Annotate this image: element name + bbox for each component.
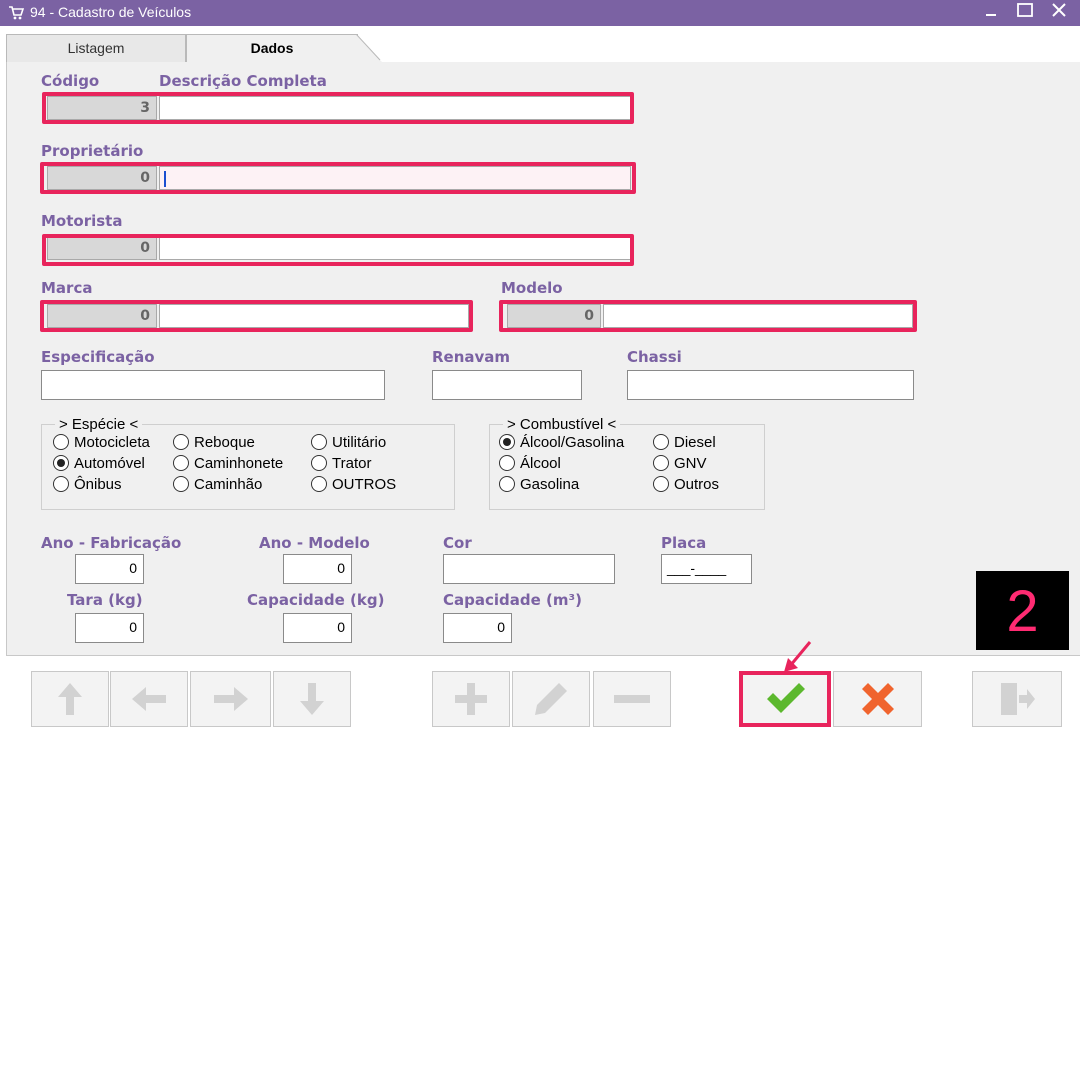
radio-automovel[interactable]: Automóvel bbox=[53, 454, 145, 474]
delete-record-button[interactable] bbox=[593, 671, 671, 727]
radio-gnv[interactable]: GNV bbox=[653, 454, 707, 474]
radio-onibus[interactable]: Ônibus bbox=[53, 475, 122, 495]
step-number-badge: 2 bbox=[976, 571, 1069, 650]
radio-outros-combustivel[interactable]: Outros bbox=[653, 475, 719, 495]
codigo-label: Código bbox=[41, 72, 100, 90]
pointer-arrow-icon bbox=[784, 641, 812, 672]
confirm-button[interactable] bbox=[739, 671, 831, 727]
chassi-label: Chassi bbox=[627, 348, 682, 366]
radio-button-icon bbox=[173, 476, 189, 492]
radio-button-icon bbox=[53, 434, 69, 450]
modelo-label: Modelo bbox=[501, 279, 563, 297]
ano-fabricacao-field[interactable]: 0 bbox=[75, 554, 144, 584]
capacidade-m3-field[interactable]: 0 bbox=[443, 613, 512, 643]
highlight-motorista-row bbox=[42, 234, 634, 266]
renavam-label: Renavam bbox=[432, 348, 511, 366]
chassi-field[interactable] bbox=[627, 370, 914, 400]
renavam-field[interactable] bbox=[432, 370, 582, 400]
previous-record-button[interactable] bbox=[110, 671, 188, 727]
radio-outros-especie[interactable]: OUTROS bbox=[311, 475, 396, 495]
radio-button-icon bbox=[653, 434, 669, 450]
cart-icon bbox=[9, 6, 24, 20]
cor-field[interactable] bbox=[443, 554, 615, 584]
radio-utilitario[interactable]: Utilitário bbox=[311, 433, 386, 453]
cor-label: Cor bbox=[443, 534, 472, 552]
radio-button-selected-icon bbox=[53, 455, 69, 471]
radio-button-icon bbox=[311, 455, 327, 471]
capacidade-kg-field[interactable]: 0 bbox=[283, 613, 352, 643]
highlight-proprietario-row bbox=[40, 162, 636, 194]
check-icon bbox=[767, 683, 805, 713]
close-icon bbox=[861, 683, 894, 715]
close-window-button[interactable] bbox=[1046, 2, 1072, 24]
motorista-label: Motorista bbox=[41, 212, 123, 230]
radio-diesel[interactable]: Diesel bbox=[653, 433, 716, 453]
highlight-codigo-row bbox=[42, 92, 634, 124]
combustivel-group-title: > Combustível < bbox=[503, 416, 621, 433]
arrow-left-icon bbox=[132, 687, 166, 711]
radio-alcool-gasolina[interactable]: Álcool/Gasolina bbox=[499, 433, 624, 453]
tab-dados[interactable]: Dados bbox=[186, 34, 358, 62]
maximize-icon bbox=[1017, 3, 1033, 17]
cancel-button[interactable] bbox=[833, 671, 922, 727]
radio-button-icon bbox=[53, 476, 69, 492]
tara-field[interactable]: 0 bbox=[75, 613, 144, 643]
radio-motocicleta[interactable]: Motocicleta bbox=[53, 433, 150, 453]
arrow-up-icon bbox=[58, 683, 82, 715]
proprietario-label: Proprietário bbox=[41, 142, 144, 160]
form-panel: Código Descrição Completa 3 Proprietário… bbox=[6, 62, 1080, 656]
radio-trator[interactable]: Trator bbox=[311, 454, 371, 474]
arrow-right-icon bbox=[213, 687, 248, 711]
minus-icon bbox=[614, 695, 650, 703]
radio-button-icon bbox=[499, 455, 515, 471]
tara-label: Tara (kg) bbox=[67, 591, 143, 609]
radio-button-icon bbox=[311, 434, 327, 450]
next-record-button[interactable] bbox=[190, 671, 271, 727]
radio-reboque[interactable]: Reboque bbox=[173, 433, 255, 453]
radio-caminhonete[interactable]: Caminhonete bbox=[173, 454, 283, 474]
add-record-button[interactable] bbox=[432, 671, 510, 727]
especie-group-title: > Espécie < bbox=[55, 416, 143, 433]
marca-label: Marca bbox=[41, 279, 93, 297]
close-icon bbox=[1052, 3, 1066, 17]
highlight-marca-row bbox=[40, 300, 473, 332]
placa-label: Placa bbox=[661, 534, 707, 552]
radio-caminhao[interactable]: Caminhão bbox=[173, 475, 262, 495]
especificacao-field[interactable] bbox=[41, 370, 385, 400]
tab-strip: Listagem Dados bbox=[0, 26, 1080, 62]
radio-alcool[interactable]: Álcool bbox=[499, 454, 561, 474]
radio-button-selected-icon bbox=[499, 434, 515, 450]
radio-button-icon bbox=[653, 476, 669, 492]
last-record-button[interactable] bbox=[273, 671, 351, 727]
edit-record-button[interactable] bbox=[512, 671, 590, 727]
maximize-button[interactable] bbox=[1012, 2, 1038, 24]
minimize-button[interactable] bbox=[978, 2, 1004, 24]
radio-button-icon bbox=[311, 476, 327, 492]
arrow-down-icon bbox=[300, 683, 324, 715]
radio-button-icon bbox=[653, 455, 669, 471]
radio-button-icon bbox=[173, 455, 189, 471]
radio-gasolina[interactable]: Gasolina bbox=[499, 475, 579, 495]
capacidade-kg-label: Capacidade (kg) bbox=[247, 591, 385, 609]
window-title: 94 - Cadastro de Veículos bbox=[30, 4, 192, 20]
exit-button[interactable] bbox=[972, 671, 1062, 727]
highlight-modelo-row bbox=[499, 300, 917, 332]
exit-icon bbox=[1001, 683, 1035, 715]
capacidade-m3-label: Capacidade (m³) bbox=[443, 591, 582, 609]
window-titlebar: 94 - Cadastro de Veículos bbox=[0, 0, 1080, 26]
especificacao-label: Especificação bbox=[41, 348, 155, 366]
tab-edge bbox=[356, 34, 382, 62]
pencil-icon bbox=[535, 683, 567, 715]
tab-listagem[interactable]: Listagem bbox=[6, 34, 186, 62]
ano-fabricacao-label: Ano - Fabricação bbox=[41, 534, 182, 552]
placa-field[interactable]: ___-____ bbox=[661, 554, 752, 584]
ano-modelo-label: Ano - Modelo bbox=[259, 534, 370, 552]
radio-button-icon bbox=[499, 476, 515, 492]
minimize-icon bbox=[986, 14, 996, 16]
plus-icon bbox=[455, 683, 487, 715]
radio-button-icon bbox=[173, 434, 189, 450]
descricao-label: Descrição Completa bbox=[159, 72, 327, 90]
ano-modelo-field[interactable]: 0 bbox=[283, 554, 352, 584]
first-record-button[interactable] bbox=[31, 671, 109, 727]
